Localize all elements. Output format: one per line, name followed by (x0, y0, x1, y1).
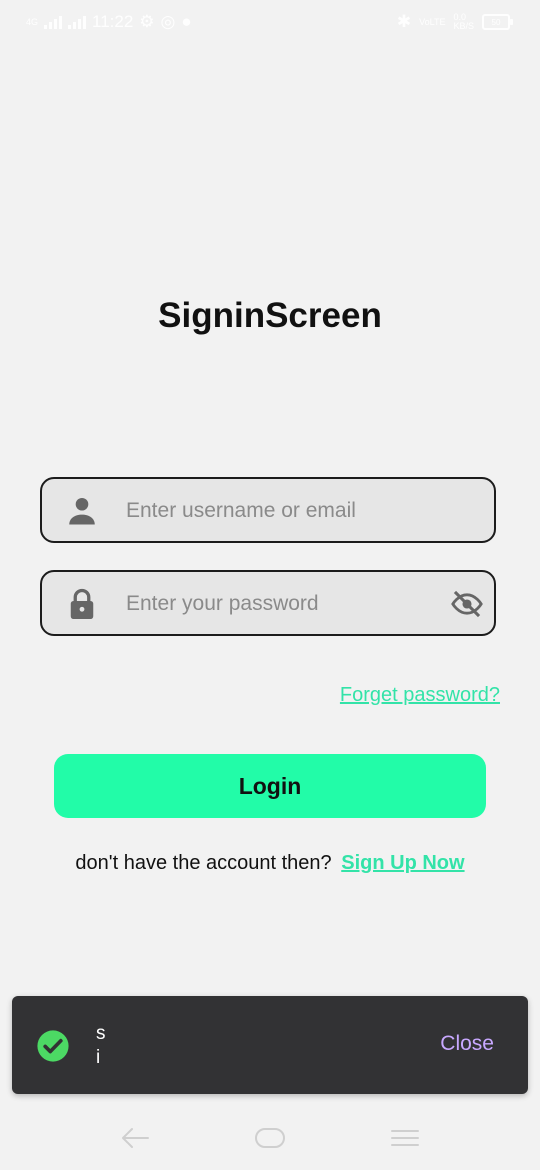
signup-row: don't have the account then? Sign Up Now (0, 852, 540, 875)
settings-icon: ⚙ (139, 12, 155, 31)
battery-icon: 50 (482, 14, 513, 30)
signal-2-icon (68, 15, 87, 29)
network-type-label: 4G (26, 16, 39, 27)
signup-link[interactable]: Sign Up Now (341, 852, 464, 874)
menu-icon[interactable] (390, 1126, 420, 1150)
facebook-icon: ● (181, 12, 192, 31)
login-button[interactable]: Login (54, 754, 486, 818)
signal-icon (44, 15, 63, 29)
whatsapp-icon: ◎ (160, 12, 176, 31)
username-input[interactable] (126, 491, 446, 531)
signup-prompt: don't have the account then? (75, 852, 332, 874)
home-icon[interactable] (254, 1126, 286, 1150)
snackbar-message: si (96, 1023, 106, 1068)
username-field[interactable] (40, 477, 496, 543)
network-speed: 0.0 KB/S (453, 12, 474, 31)
bluetooth-icon: ✱ (396, 12, 412, 31)
eye-off-icon[interactable] (450, 587, 484, 621)
check-circle-icon (37, 1030, 69, 1062)
lock-icon (70, 588, 94, 619)
person-icon (69, 497, 95, 525)
password-field[interactable] (40, 570, 496, 636)
snackbar: si Close (12, 996, 528, 1094)
page-title: SigninScreen (158, 296, 382, 335)
password-input[interactable] (126, 584, 446, 624)
back-arrow-icon[interactable] (120, 1126, 150, 1150)
status-right: ✱ VoLTE 0.0 KB/S 50 (396, 12, 513, 32)
status-bar: 4G 11:22 ⚙ ◎ ● ✱ VoLTE 0.0 KB/S 50 (0, 0, 540, 44)
status-left: 4G 11:22 ⚙ ◎ ● (26, 12, 192, 32)
clock: 11:22 (92, 12, 134, 31)
forgot-password-link[interactable]: Forget password? (340, 684, 500, 707)
battery-level: 50 (491, 17, 501, 27)
volte-icon: VoLTE (419, 16, 446, 27)
snackbar-close-button[interactable]: Close (440, 1032, 494, 1056)
navigation-bar (0, 1110, 540, 1170)
